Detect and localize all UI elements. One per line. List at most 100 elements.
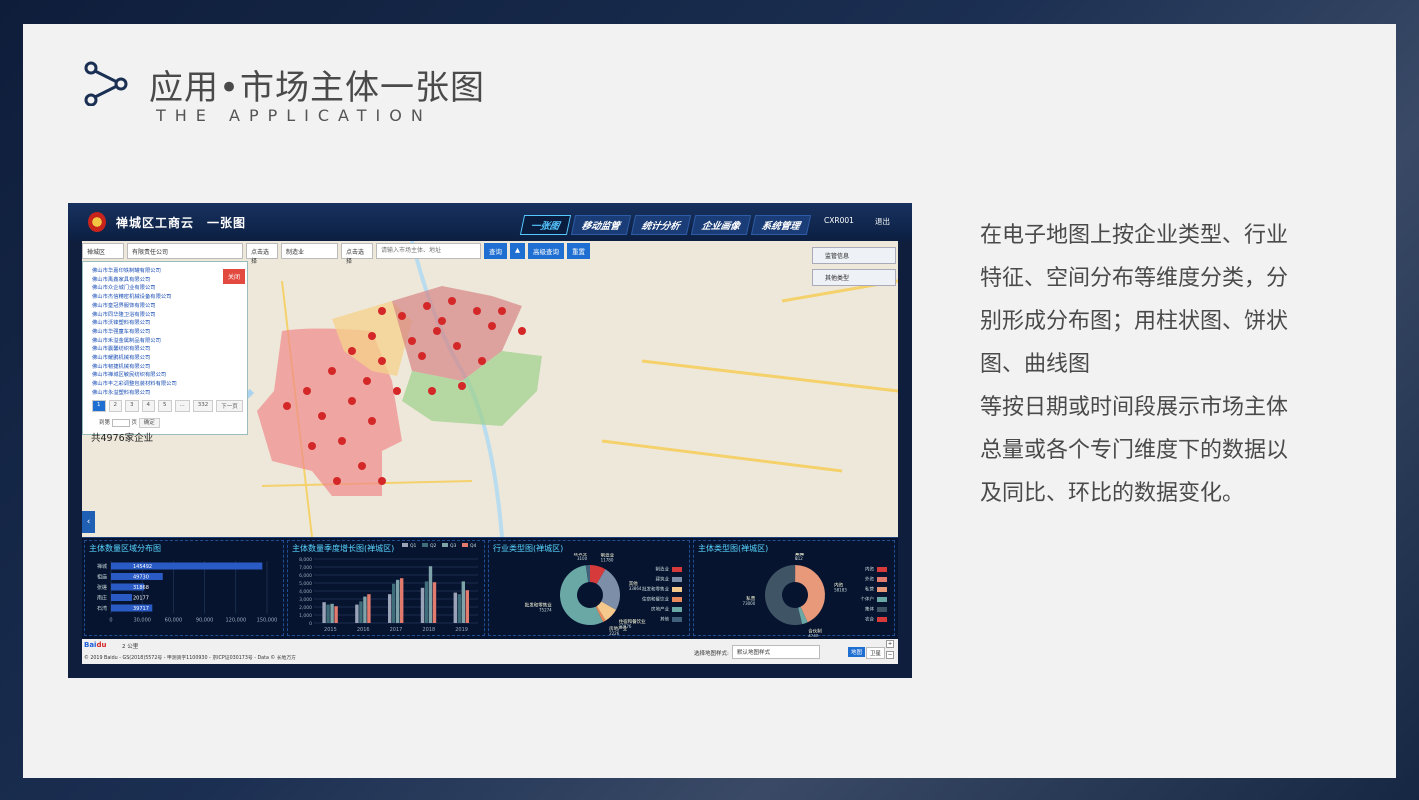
bar [322,602,326,623]
list-item[interactable]: 佛山市韧捷机械有限公司 [92,363,177,372]
list-item[interactable]: 佛山市同华隆卫浴有限公司 [92,311,177,320]
page-button[interactable]: 4 [141,400,155,412]
list-item[interactable]: 佛山市杰信精密机械设备有限公司 [92,293,177,302]
other-type-filter[interactable]: 其他类型 [812,269,896,286]
tick-label: 90,000 [196,618,214,624]
tick-label: 8,000 [299,557,312,563]
nav-mobile-supervision[interactable]: 移动监管 [570,215,631,235]
bar [330,603,334,623]
map-style-select[interactable]: 默认地图样式 [732,645,820,659]
category-label: 石湾 [97,605,107,612]
bar-value: 49730 [133,575,149,581]
copyright: © 2019 Baidu - GS(2018)5572号 - 甲测资字11009… [84,656,296,661]
list-item[interactable]: 佛山市众企城门业有限公司 [92,284,177,293]
confirm-jump-button[interactable]: 确定 [138,418,160,428]
supervision-filter[interactable]: 监管信息 [812,247,896,264]
bar [359,601,363,623]
page-button[interactable]: 332 [192,400,214,412]
map-mode-button[interactable]: 地图 [848,647,866,657]
page-button[interactable]: 1 [92,400,106,412]
bar [392,583,396,623]
bar [424,581,429,623]
tick-label: 30,000 [133,618,151,624]
list-item[interactable]: 佛山市永溢塑料有限公司 [92,389,177,398]
pick-type-button[interactable]: 点击选择 [246,243,278,265]
page-button[interactable]: 2 [108,400,122,412]
app-header: 禅城区工商云 一张图 一张图 移动监管 统计分析 企业画像 系统管理 CXR00… [68,203,912,241]
tick-label: 150,000 [257,618,278,624]
chart-quarter-panel: 主体数量季度增长图(禅城区) 0 1,000 2,000 3,000 4,000 5,00… [287,540,485,636]
bar [457,594,461,623]
map-view[interactable]: 禅城区 有限责任公司 点击选择 制造业 点击选择 查询 ▲ 高级查询 重置 佛山… [82,241,898,537]
user-name[interactable]: CXR001 [824,216,854,225]
zoom-out-icon[interactable]: − [886,651,894,659]
keyword-input[interactable] [376,243,481,259]
list-item[interactable]: 佛山市华嘉印铁制罐有限公司 [92,267,177,276]
reset-button[interactable]: 重置 [567,243,590,259]
baidu-logo: Baidu [84,641,107,649]
collapse-left-icon[interactable]: ‹ [82,511,95,533]
zoom-in-icon[interactable]: + [886,640,894,648]
category-label: 2017 [390,627,403,633]
desc-line: 别形成分布图；用柱状图、饼状 [980,309,1289,334]
map-style-label: 选择地图样式: [694,651,729,657]
collapse-search-icon[interactable]: ▲ [510,243,525,259]
tick-label: 7,000 [299,565,312,571]
bar [461,581,465,623]
list-item[interactable]: 佛山市皇冠界服饰有限公司 [92,302,177,311]
legend-label: 个体户 [861,596,875,603]
legend-swatch [672,567,682,572]
list-item[interactable]: 佛山市华强童车有限公司 [92,328,177,337]
tick-label: 0 [109,618,112,624]
legend-label: Q3 [450,543,457,549]
entity-type-pie-chart: 外资6集体212内资58183合伙制4240私营73000内资外资私营个体户集体… [743,553,887,637]
category-label: 祖庙 [97,574,107,581]
tick-label: 120,000 [225,618,246,624]
list-item[interactable]: 佛山市禾溢金属制品有限公司 [92,337,177,346]
list-item[interactable]: 佛山市丰之彩调整包装材料有限公司 [92,380,177,389]
bar [453,592,457,623]
slice-value: 3100 [577,556,588,561]
chart-industry-panel: 行业类型图(禅城区) 制造业 11780 其他 33864 住宿和餐饮业 10976 房地产… [488,540,690,636]
legend-swatch [877,597,887,602]
industry-select[interactable]: 制造业 [281,243,338,259]
close-list-button[interactable]: 关闭 [223,269,246,284]
region-bar-chart: 0 30,000 60,000 90,000 120,000 150,000 禅城 14549… [97,561,278,624]
nav-map[interactable]: 一张图 [519,215,571,235]
nav-enterprise-profile[interactable]: 企业画像 [690,215,751,235]
legend-label: 制造业 [656,566,670,573]
search-bar: 禅城区 有限责任公司 点击选择 制造业 点击选择 查询 ▲ 高级查询 重置 [82,243,590,265]
page-button[interactable]: 3 [125,400,139,412]
pick-industry-button[interactable]: 点击选择 [341,243,373,265]
nav-system-management[interactable]: 系统管理 [750,215,811,235]
list-item[interactable]: 佛山市禹鑫家具有限公司 [92,276,177,285]
page-button[interactable]: 5 [158,400,172,412]
legend-label: 外资 [865,576,874,583]
legend-swatch [442,543,448,547]
legend-swatch [877,587,887,592]
emblem-icon [88,212,106,232]
next-page-button[interactable]: 下一页 [216,400,243,412]
legend-swatch [877,567,887,572]
advanced-query-button[interactable]: 高级查询 [528,243,564,259]
legend-swatch [877,617,887,622]
list-item[interactable]: 佛山市禅城区敏民纺织有限公司 [92,371,177,380]
tick-label: 2,000 [299,605,312,611]
logout-link[interactable]: 退出 [875,216,890,227]
bar [432,582,437,623]
query-button[interactable]: 查询 [484,243,507,259]
list-item[interactable]: 佛山市沃锋塑料有限公司 [92,319,177,328]
slice-value: 73000 [743,601,756,606]
satellite-mode-button[interactable]: 卫星 [866,647,886,659]
desc-line: 总量或各个专门维度下的数据以 [980,438,1289,463]
type-select[interactable]: 有限责任公司 [127,243,243,259]
district-select[interactable]: 禅城区 [82,243,124,259]
list-item[interactable]: 佛山市耀鹏机械有限公司 [92,354,177,363]
page-jump-input[interactable] [111,419,130,427]
main-nav: 一张图 移动监管 统计分析 企业画像 系统管理 [519,215,811,235]
jump-label: 到第 [99,420,111,426]
bar [334,606,338,623]
list-item[interactable]: 佛山市震馨纺织有限公司 [92,345,177,354]
nav-statistics[interactable]: 统计分析 [630,215,691,235]
desc-line: 等按日期或时间段展示市场主体 [980,395,1289,420]
